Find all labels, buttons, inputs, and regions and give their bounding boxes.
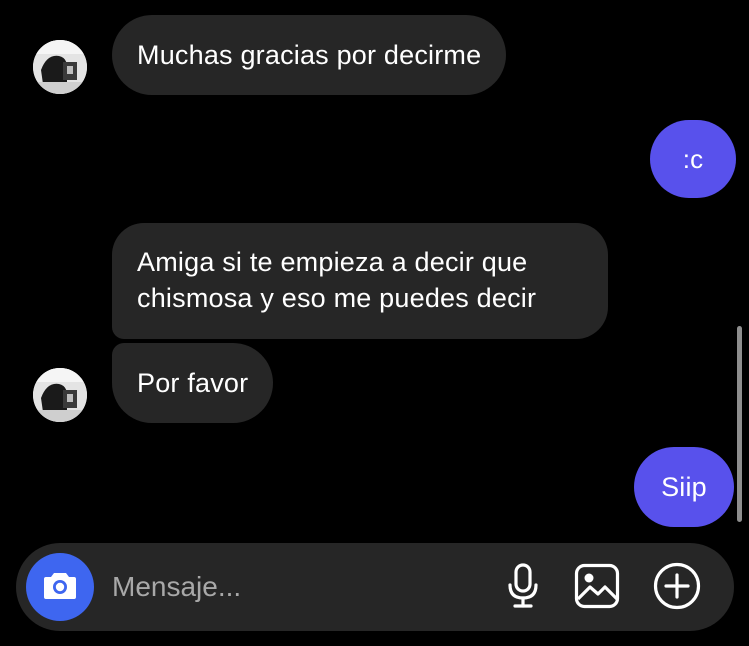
chat-screen: Muchas gracias por decirme :c Amiga si t…	[0, 0, 749, 646]
message-text: Muchas gracias por decirme	[137, 40, 482, 70]
contact-avatar[interactable]	[33, 40, 87, 94]
camera-button[interactable]	[26, 553, 94, 621]
message-bubble-outgoing[interactable]: Siip	[634, 447, 734, 527]
message-bubble-incoming[interactable]: Amiga si te empieza a decir que chismosa…	[112, 223, 608, 339]
message-text: Amiga si te empieza a decir que chismosa…	[137, 247, 537, 313]
message-input[interactable]	[112, 565, 472, 609]
more-options-button[interactable]	[652, 562, 702, 615]
gallery-button[interactable]	[572, 563, 622, 613]
message-bubble-outgoing[interactable]: :c	[650, 120, 736, 198]
message-text: Siip	[661, 472, 707, 502]
message-bubble-incoming[interactable]: Muchas gracias por decirme	[112, 15, 507, 95]
microphone-icon	[506, 562, 540, 614]
voice-message-button[interactable]	[498, 562, 548, 614]
message-text: :c	[682, 144, 704, 174]
camera-icon	[43, 570, 77, 605]
message-composer	[16, 543, 734, 631]
scrollbar[interactable]	[737, 326, 742, 522]
message-text: Por favor	[137, 368, 249, 398]
contact-avatar[interactable]	[33, 368, 87, 422]
message-bubble-incoming[interactable]: Por favor	[112, 343, 274, 423]
plus-circle-icon	[653, 562, 701, 615]
image-icon	[574, 563, 620, 614]
